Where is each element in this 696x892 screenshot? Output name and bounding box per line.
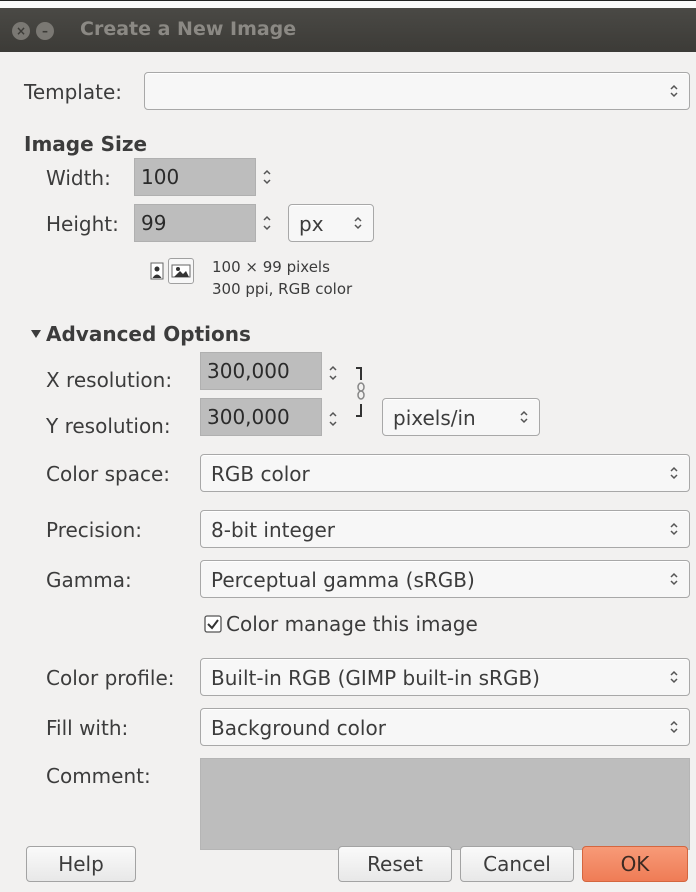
color-manage-checkbox[interactable]: [204, 615, 222, 633]
gamma-value: Perceptual gamma (sRGB): [211, 568, 475, 592]
size-unit-combo[interactable]: px: [288, 204, 374, 242]
combo-arrows-icon: [670, 720, 678, 734]
reset-button[interactable]: Reset: [338, 846, 452, 882]
landscape-icon[interactable]: [168, 258, 194, 284]
cancel-button[interactable]: Cancel: [460, 846, 574, 882]
combo-arrows-icon: [354, 216, 362, 230]
chain-link-icon[interactable]: [352, 364, 366, 434]
comment-label: Comment:: [46, 764, 151, 788]
window-title: Create a New Image: [80, 18, 297, 40]
width-value: 100: [141, 165, 180, 189]
combo-arrows-icon: [520, 410, 528, 424]
ok-button[interactable]: OK: [582, 846, 688, 882]
fill-label: Fill with:: [46, 716, 129, 740]
colorspace-value: RGB color: [211, 462, 310, 486]
yres-value: 300,000: [207, 405, 290, 429]
precision-combo[interactable]: 8-bit integer: [200, 510, 690, 548]
template-combo[interactable]: [144, 72, 690, 110]
fill-value: Background color: [211, 716, 386, 740]
combo-arrows-icon: [670, 670, 678, 684]
combo-arrows-icon: [670, 522, 678, 536]
yres-spin-icon[interactable]: [328, 410, 338, 428]
xres-label: X resolution:: [46, 368, 173, 392]
close-icon[interactable]: ×: [12, 22, 30, 40]
expander-down-icon[interactable]: [30, 328, 42, 340]
gamma-label: Gamma:: [46, 568, 132, 592]
profile-value: Built-in RGB (GIMP built-in sRGB): [211, 666, 540, 690]
xres-spin-icon[interactable]: [328, 364, 338, 382]
size-unit-value: px: [299, 212, 324, 236]
portrait-icon[interactable]: [146, 260, 168, 282]
minimize-icon[interactable]: –: [36, 22, 54, 40]
colorspace-combo[interactable]: RGB color: [200, 454, 690, 492]
comment-textarea[interactable]: [200, 758, 690, 850]
profile-combo[interactable]: Built-in RGB (GIMP built-in sRGB): [200, 658, 690, 696]
combo-arrows-icon: [670, 572, 678, 586]
yres-input[interactable]: 300,000: [200, 398, 322, 436]
precision-value: 8-bit integer: [211, 518, 335, 542]
precision-label: Precision:: [46, 518, 142, 542]
help-button[interactable]: Help: [26, 846, 136, 882]
height-value: 99: [141, 211, 167, 235]
width-label: Width:: [46, 166, 111, 190]
combo-arrows-icon: [670, 466, 678, 480]
image-size-info: 100 × 99 pixels 300 ppi, RGB color: [212, 256, 352, 300]
window-frame-top: [0, 0, 696, 8]
height-input[interactable]: 99: [134, 204, 256, 242]
image-size-ppi: 300 ppi, RGB color: [212, 280, 353, 298]
color-manage-label[interactable]: Color manage this image: [226, 612, 478, 636]
resolution-unit-value: pixels/in: [393, 406, 476, 430]
colorspace-label: Color space:: [46, 462, 170, 486]
advanced-options-heading[interactable]: Advanced Options: [46, 322, 251, 346]
xres-value: 300,000: [207, 359, 290, 383]
height-spin-icon[interactable]: [262, 214, 272, 232]
width-input[interactable]: 100: [134, 158, 256, 196]
xres-input[interactable]: 300,000: [200, 352, 322, 390]
yres-label: Y resolution:: [46, 414, 171, 438]
title-bar[interactable]: × – Create a New Image: [0, 8, 696, 52]
gamma-combo[interactable]: Perceptual gamma (sRGB): [200, 560, 690, 598]
template-label: Template:: [24, 80, 122, 104]
image-size-heading: Image Size: [24, 132, 148, 156]
image-size-pixels: 100 × 99 pixels: [212, 258, 330, 276]
dialog-content: Template: Image Size Width: 100 Height: …: [0, 52, 696, 892]
profile-label: Color profile:: [46, 666, 175, 690]
combo-arrows-icon: [670, 84, 678, 98]
fill-combo[interactable]: Background color: [200, 708, 690, 746]
resolution-unit-combo[interactable]: pixels/in: [382, 398, 540, 436]
width-spin-icon[interactable]: [262, 168, 272, 186]
height-label: Height:: [46, 212, 119, 236]
